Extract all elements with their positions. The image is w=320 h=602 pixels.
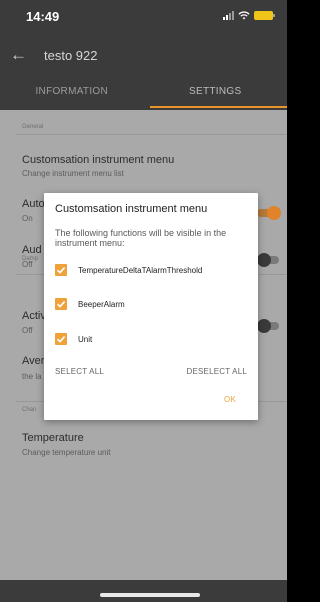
- checkbox-checked-icon[interactable]: [55, 264, 67, 276]
- select-all-button[interactable]: SELECT ALL: [55, 367, 104, 376]
- option-label: TemperatureDeltaTAlarmThreshold: [78, 265, 203, 275]
- status-bar: 14:49: [0, 0, 287, 34]
- app-bar: ← testo 922: [0, 34, 287, 78]
- average-setting-title[interactable]: Aver: [22, 355, 44, 367]
- status-time: 14:49: [26, 9, 60, 24]
- average-setting-subtitle: the la: [22, 372, 42, 381]
- section-label-damping: Damp: [22, 256, 39, 262]
- tab-information[interactable]: INFORMATION: [0, 78, 144, 110]
- tab-settings[interactable]: SETTINGS: [144, 78, 288, 110]
- toggle-knob: [257, 319, 271, 333]
- toggle-knob: [257, 253, 271, 267]
- auto-toggle[interactable]: [257, 206, 281, 220]
- auto-setting-title[interactable]: Auto: [22, 198, 45, 210]
- customisation-subtitle: Change instrument menu list: [22, 169, 124, 178]
- dialog-message: The following functions will be visible …: [55, 228, 227, 248]
- auto-setting-value: On: [22, 214, 33, 223]
- option-label: Unit: [78, 334, 93, 344]
- option-label: BeeperAlarm: [78, 299, 125, 309]
- status-icons: [223, 11, 275, 20]
- page-title: testo 922: [44, 48, 98, 63]
- active-toggle[interactable]: [257, 319, 279, 333]
- checkbox-checked-icon[interactable]: [55, 298, 67, 310]
- active-setting-title[interactable]: Activ: [22, 310, 46, 322]
- customisation-title[interactable]: Customsation instrument menu: [22, 154, 174, 166]
- audio-toggle[interactable]: [257, 253, 279, 267]
- dialog-title: Customsation instrument menu: [55, 203, 208, 215]
- bottom-bar: [0, 580, 287, 602]
- active-setting-value: Off: [22, 326, 33, 335]
- battery-charging-icon: [254, 11, 275, 20]
- home-indicator[interactable]: [100, 593, 200, 597]
- cellular-signal-icon: [223, 11, 234, 20]
- checkbox-checked-icon[interactable]: [55, 333, 67, 345]
- toggle-knob: [267, 206, 281, 220]
- customisation-dialog: Customsation instrument menu The followi…: [44, 193, 258, 420]
- ok-button[interactable]: OK: [224, 395, 236, 404]
- option-unit[interactable]: Unit: [55, 332, 92, 346]
- section-label-general: General: [22, 124, 44, 130]
- arrow-left-icon[interactable]: ←: [10, 46, 28, 64]
- temperature-setting-title[interactable]: Temperature: [22, 432, 84, 444]
- temperature-setting-subtitle: Change temperature unit: [22, 448, 111, 457]
- option-temperature-delta[interactable]: TemperatureDeltaTAlarmThreshold: [55, 263, 202, 277]
- divider: [16, 134, 287, 135]
- section-label-change: Chan: [22, 407, 37, 413]
- deselect-all-button[interactable]: DESELECT ALL: [186, 367, 247, 376]
- wifi-icon: [238, 11, 250, 20]
- option-beeper-alarm[interactable]: BeeperAlarm: [55, 297, 125, 311]
- tab-bar: INFORMATION SETTINGS: [0, 78, 287, 110]
- audio-setting-title[interactable]: Aud: [22, 244, 42, 256]
